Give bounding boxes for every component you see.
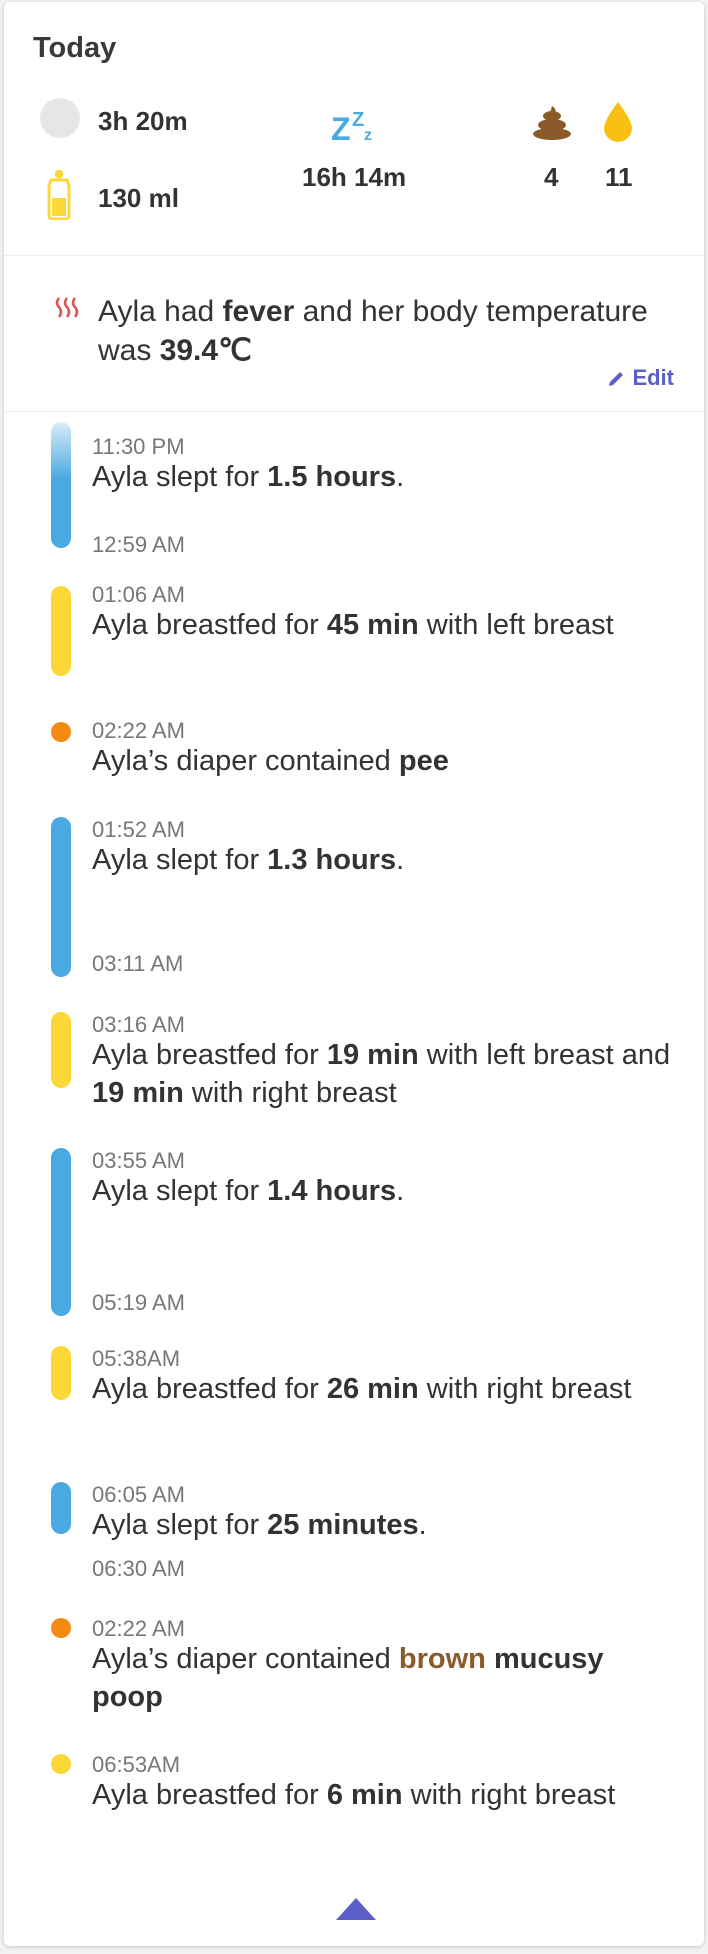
edit-button[interactable]: Edit (608, 365, 674, 391)
collapse-arrow-icon[interactable] (336, 1898, 376, 1920)
entry-start-time: 11:30 PM (92, 434, 185, 459)
feed-bar (51, 586, 71, 676)
timeline-entry-feed[interactable]: 06:53AM Ayla breastfed for 6 min with ri… (4, 1752, 704, 1862)
entry-start-time: 03:55 AM (92, 1148, 185, 1173)
poop-icon (533, 106, 571, 140)
timeline-entry-feed[interactable]: 03:16 AM Ayla breastfed for 19 min with … (4, 1012, 704, 1122)
sleep-bar (51, 1148, 71, 1316)
entry-end-time: 12:59 AM (92, 532, 185, 557)
entry-description: Ayla slept for 1.4 hours. (92, 1175, 405, 1207)
timeline-entry-sleep[interactable]: 03:55 AM Ayla slept for 1.4 hours. 05:19… (4, 1148, 704, 1318)
activity-duration: 3h 20m (98, 106, 188, 136)
pee-count: 11 (605, 162, 633, 192)
svg-text:Z: Z (331, 111, 351, 144)
entry-end-time: 06:30 AM (92, 1556, 185, 1581)
summary-title: Today (33, 32, 117, 64)
timeline-entry-diaper[interactable]: 02:22 AM Ayla’s diaper contained pee (4, 718, 704, 788)
fever-description: Ayla had fever and her body temperature … (98, 295, 648, 367)
feed-bar (51, 1346, 71, 1400)
feed-bar (51, 1012, 71, 1088)
timeline-entry-sleep[interactable]: 01:52 AM Ayla slept for 1.3 hours. 03:11… (4, 817, 704, 987)
feed-dot (51, 1754, 71, 1774)
entry-start-time: 01:06 AM (92, 582, 185, 607)
today-card: Today 3h 20m 130 ml Z Z z 16h 14m 4 11 A… (4, 2, 704, 1946)
pee-drop-icon (604, 102, 632, 142)
entry-description: Ayla breastfed for 26 min with right bre… (92, 1373, 632, 1405)
entry-description: Ayla’s diaper contained pee (92, 745, 449, 777)
timeline-entry-sleep[interactable]: 11:30 PM Ayla slept for 1.5 hours. 12:59… (4, 422, 704, 557)
entry-start-time: 05:38AM (92, 1346, 181, 1371)
edit-label: Edit (632, 365, 674, 390)
feeding-volume: 130 ml (98, 183, 179, 213)
bottle-icon (47, 170, 71, 220)
entry-start-time: 02:22 AM (92, 1616, 185, 1641)
entry-start-time: 02:22 AM (92, 718, 185, 743)
diaper-dot (51, 1618, 71, 1638)
poop-color-word: brown (398, 1643, 486, 1675)
sleep-bar (51, 817, 71, 977)
svg-text:Z: Z (352, 109, 364, 131)
fever-entry[interactable]: Ayla had fever and her body temperature … (4, 256, 704, 412)
entry-end-time: 03:11 AM (92, 951, 184, 976)
entry-description: Ayla slept for 1.5 hours. (92, 461, 405, 493)
circle-icon (40, 98, 80, 138)
entry-description: Ayla breastfed for 19 min with left brea… (92, 1039, 671, 1109)
entry-description: Ayla breastfed for 6 min with right brea… (92, 1779, 616, 1811)
timeline-entry-feed[interactable]: 05:38AM Ayla breastfed for 26 min with r… (4, 1346, 704, 1456)
entry-start-time: 06:05 AM (92, 1482, 185, 1507)
daily-summary: Today 3h 20m 130 ml Z Z z 16h 14m 4 11 (4, 2, 704, 256)
pencil-icon (609, 372, 624, 386)
entry-description: Ayla breastfed for 45 min with left brea… (92, 609, 614, 641)
fever-heat-icon (55, 297, 79, 318)
sleep-bar (51, 1482, 71, 1534)
entry-description: Ayla’s diaper contained brown mucusy poo… (92, 1643, 604, 1713)
entry-end-time: 05:19 AM (92, 1290, 185, 1315)
entry-start-time: 06:53AM (92, 1752, 181, 1777)
poop-count: 4 (544, 162, 559, 192)
sleep-zzz-icon: Z Z z (331, 109, 372, 144)
timeline-entry-feed[interactable]: 01:06 AM Ayla breastfed for 45 min with … (4, 582, 704, 692)
timeline-entry-diaper[interactable]: 02:22 AM Ayla’s diaper contained brown m… (4, 1616, 704, 1726)
diaper-dot (51, 722, 71, 742)
svg-text:z: z (364, 127, 372, 144)
timeline-entry-sleep[interactable]: 06:05 AM Ayla slept for 25 minutes. 06:3… (4, 1482, 704, 1582)
sleep-total: 16h 14m (302, 162, 407, 192)
sleep-bar (51, 422, 71, 548)
entry-description: Ayla slept for 25 minutes. (92, 1509, 427, 1541)
entry-start-time: 03:16 AM (92, 1012, 185, 1037)
entry-start-time: 01:52 AM (92, 817, 185, 842)
entry-description: Ayla slept for 1.3 hours. (92, 844, 405, 876)
